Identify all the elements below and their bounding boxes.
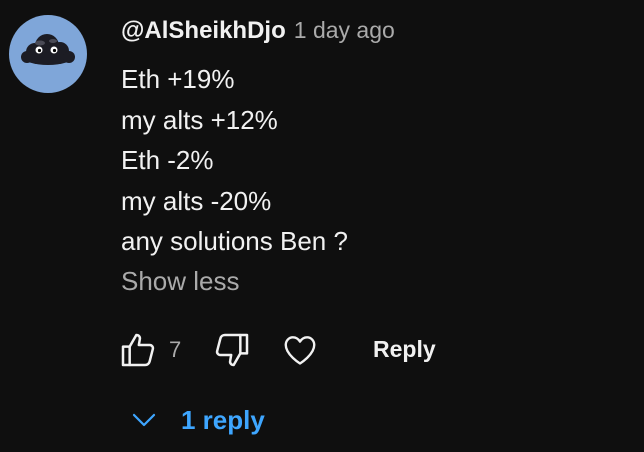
like-count: 7 xyxy=(169,337,182,362)
comment-header: @AlSheikhDjo 1 day ago xyxy=(121,17,395,49)
thumbs-down-icon xyxy=(215,333,249,367)
show-less-button[interactable]: Show less xyxy=(121,266,240,297)
comment-body: Eth +19% my alts +12% Eth -2% my alts -2… xyxy=(121,59,348,262)
comment-action-bar: 7 Reply xyxy=(116,328,636,372)
thumbs-up-icon xyxy=(121,333,155,367)
reply-button[interactable]: Reply xyxy=(373,336,436,363)
comment-line: Eth -2% xyxy=(121,145,214,175)
like-button[interactable] xyxy=(116,328,160,372)
view-replies-button[interactable]: 1 reply xyxy=(128,398,265,442)
comment-timestamp[interactable]: 1 day ago xyxy=(294,17,395,44)
comment-line: any solutions Ben ? xyxy=(121,226,348,256)
comment-line: my alts +12% xyxy=(121,104,278,135)
storm-cloud-avatar-icon xyxy=(21,34,75,65)
chevron-down-icon xyxy=(128,404,160,436)
heart-button[interactable] xyxy=(278,328,322,372)
author-avatar[interactable] xyxy=(9,15,87,93)
heart-icon xyxy=(284,336,316,365)
comment-line: Eth +19% xyxy=(121,64,235,94)
replies-count-label: 1 reply xyxy=(181,404,265,435)
comment-line: my alts -20% xyxy=(121,185,272,216)
comment-thread: @AlSheikhDjo 1 day ago Eth +19% my alts … xyxy=(0,0,644,452)
dislike-button[interactable] xyxy=(210,328,254,372)
author-name[interactable]: @AlSheikhDjo xyxy=(121,17,286,45)
